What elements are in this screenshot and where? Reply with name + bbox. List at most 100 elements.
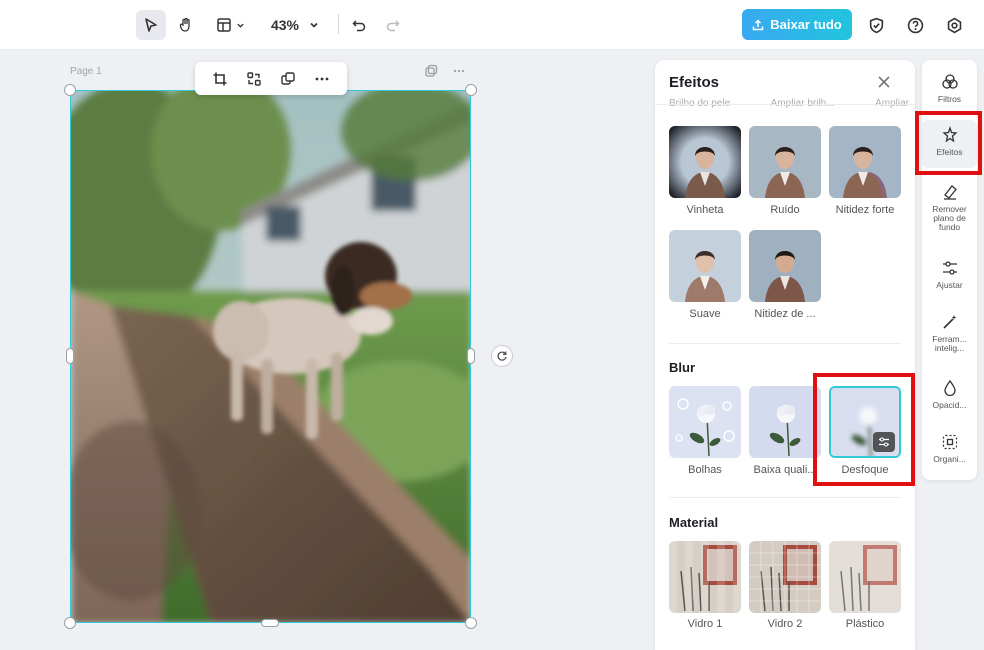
- flip-icon[interactable]: [246, 71, 262, 87]
- redo-button[interactable]: [381, 10, 405, 40]
- zoom-level: 43%: [270, 17, 300, 33]
- vinheta-preview: [669, 126, 741, 198]
- rotate-button[interactable]: [491, 345, 513, 367]
- material-section-title: Material: [669, 515, 719, 530]
- toolbar-divider: [338, 14, 339, 34]
- effect-label-nitidez-forte: Nitidez forte: [835, 204, 895, 216]
- effect-thumb-nitidez-forte[interactable]: [829, 126, 901, 198]
- pointer-icon: [145, 18, 157, 32]
- close-icon: [878, 76, 890, 88]
- download-all-button[interactable]: Baixar tudo: [742, 9, 852, 40]
- rail-item-organizar[interactable]: Organi...: [922, 432, 977, 464]
- plastico-preview: [829, 541, 901, 613]
- vidro-1-preview: [669, 541, 741, 613]
- undo-icon: [352, 20, 366, 32]
- effect-thumb-suave[interactable]: [669, 230, 741, 302]
- opacity-icon: [943, 379, 956, 397]
- rotate-icon: [497, 351, 507, 361]
- undo-button[interactable]: [347, 10, 371, 40]
- chevron-down-icon: [236, 23, 244, 28]
- blur-label-bolhas: Bolhas: [688, 464, 722, 476]
- highlight-efeitos-tab: [915, 111, 982, 175]
- zoom-dropdown[interactable]: 43%: [262, 10, 328, 40]
- material-label-vidro-2: Vidro 2: [767, 618, 803, 630]
- vidro-2-preview: [749, 541, 821, 613]
- highlight-desfoque-effect: [813, 373, 915, 486]
- rail-label-filtros: Filtros: [937, 94, 962, 104]
- rail-label-organizar: Organi...: [933, 454, 966, 464]
- close-button[interactable]: [877, 72, 891, 95]
- effect-label-suave: Suave: [689, 308, 721, 320]
- rail-label-ferramentas: Ferram... intelig...: [932, 334, 967, 353]
- more-icon[interactable]: [314, 71, 330, 87]
- nitidez-forte-preview: [829, 126, 901, 198]
- blur-thumb-baixa-qualidade[interactable]: [749, 386, 821, 458]
- material-thumb-vidro-1[interactable]: [669, 541, 741, 613]
- settings-button[interactable]: [942, 10, 966, 40]
- resize-handle-top-left[interactable]: [64, 84, 76, 96]
- shield-button[interactable]: [864, 10, 888, 40]
- section-divider: [669, 497, 901, 498]
- resize-handle-bottom[interactable]: [261, 619, 279, 627]
- nitidez-preview: [749, 230, 821, 302]
- material-thumb-vidro-2[interactable]: [749, 541, 821, 613]
- arrange-icon: [942, 434, 957, 450]
- baixa-qualidade-preview: [749, 386, 821, 458]
- rail-item-remover-fundo[interactable]: Remover plano de fundo: [922, 182, 977, 232]
- material-label-vidro-1: Vidro 1: [687, 618, 723, 630]
- duplicate-page-icon[interactable]: [424, 64, 438, 78]
- shield-icon: [869, 17, 883, 33]
- blur-section-title: Blur: [669, 360, 695, 375]
- crop-icon[interactable]: [212, 71, 228, 87]
- material-label-plastico: Plástico: [845, 618, 885, 630]
- hand-icon: [179, 17, 190, 32]
- effects-panel: Efeitos Brilho do pele Ampliar brilh... …: [655, 60, 915, 650]
- help-icon: [907, 17, 923, 33]
- pointer-tool-button[interactable]: [136, 10, 166, 40]
- settings-icon: [947, 17, 961, 33]
- resize-handle-bottom-right[interactable]: [465, 617, 477, 629]
- rail-item-ajustar[interactable]: Ajustar: [922, 258, 977, 290]
- resize-handle-bottom-left[interactable]: [64, 617, 76, 629]
- top-toolbar: 43% Baixar tudo: [0, 0, 984, 50]
- rail-item-filtros[interactable]: Filtros: [922, 72, 977, 104]
- effect-label-nitidez: Nitidez de ...: [754, 308, 816, 320]
- layout-icon: [216, 18, 231, 32]
- eraser-icon: [943, 185, 957, 200]
- suave-preview: [669, 230, 741, 302]
- rail-item-opacidade[interactable]: Opacid...: [922, 378, 977, 410]
- page-tools: [424, 64, 466, 78]
- effect-thumb-ruido[interactable]: [749, 126, 821, 198]
- magic-wand-icon: [942, 315, 956, 329]
- resize-handle-left[interactable]: [66, 348, 74, 364]
- adjust-icon: [942, 261, 957, 275]
- panel-title: Efeitos: [669, 74, 720, 91]
- hand-tool-button[interactable]: [172, 10, 200, 40]
- rail-label-ajustar: Ajustar: [936, 280, 963, 290]
- blur-thumb-bolhas[interactable]: [669, 386, 741, 458]
- rail-item-ferramentas-inteligentes[interactable]: Ferram... intelig...: [922, 312, 977, 353]
- filters-icon: [941, 74, 958, 89]
- effect-label-ruido: Ruído: [770, 204, 800, 216]
- material-thumb-plastico[interactable]: [829, 541, 901, 613]
- arrange-icon[interactable]: [280, 71, 296, 87]
- resize-handle-top-right[interactable]: [465, 84, 477, 96]
- bolhas-preview: [669, 386, 741, 458]
- panel-divider: [655, 104, 915, 105]
- more-icon[interactable]: [452, 64, 466, 78]
- redo-icon: [386, 20, 400, 32]
- image-floating-toolbar: [195, 62, 347, 95]
- resize-handle-right[interactable]: [467, 348, 475, 364]
- upload-icon: [752, 18, 764, 30]
- ruido-preview: [749, 126, 821, 198]
- help-button[interactable]: [903, 10, 927, 40]
- chevron-down-icon: [310, 22, 318, 28]
- page-label: Page 1: [70, 66, 102, 77]
- layout-dropdown[interactable]: [210, 10, 250, 40]
- dog-photo-image: [71, 91, 470, 622]
- rail-label-remover-fundo: Remover plano de fundo: [932, 204, 967, 232]
- canvas-photo[interactable]: [70, 90, 471, 623]
- effect-thumb-nitidez[interactable]: [749, 230, 821, 302]
- effect-thumb-vinheta[interactable]: [669, 126, 741, 198]
- rail-label-opacidade: Opacid...: [932, 400, 967, 410]
